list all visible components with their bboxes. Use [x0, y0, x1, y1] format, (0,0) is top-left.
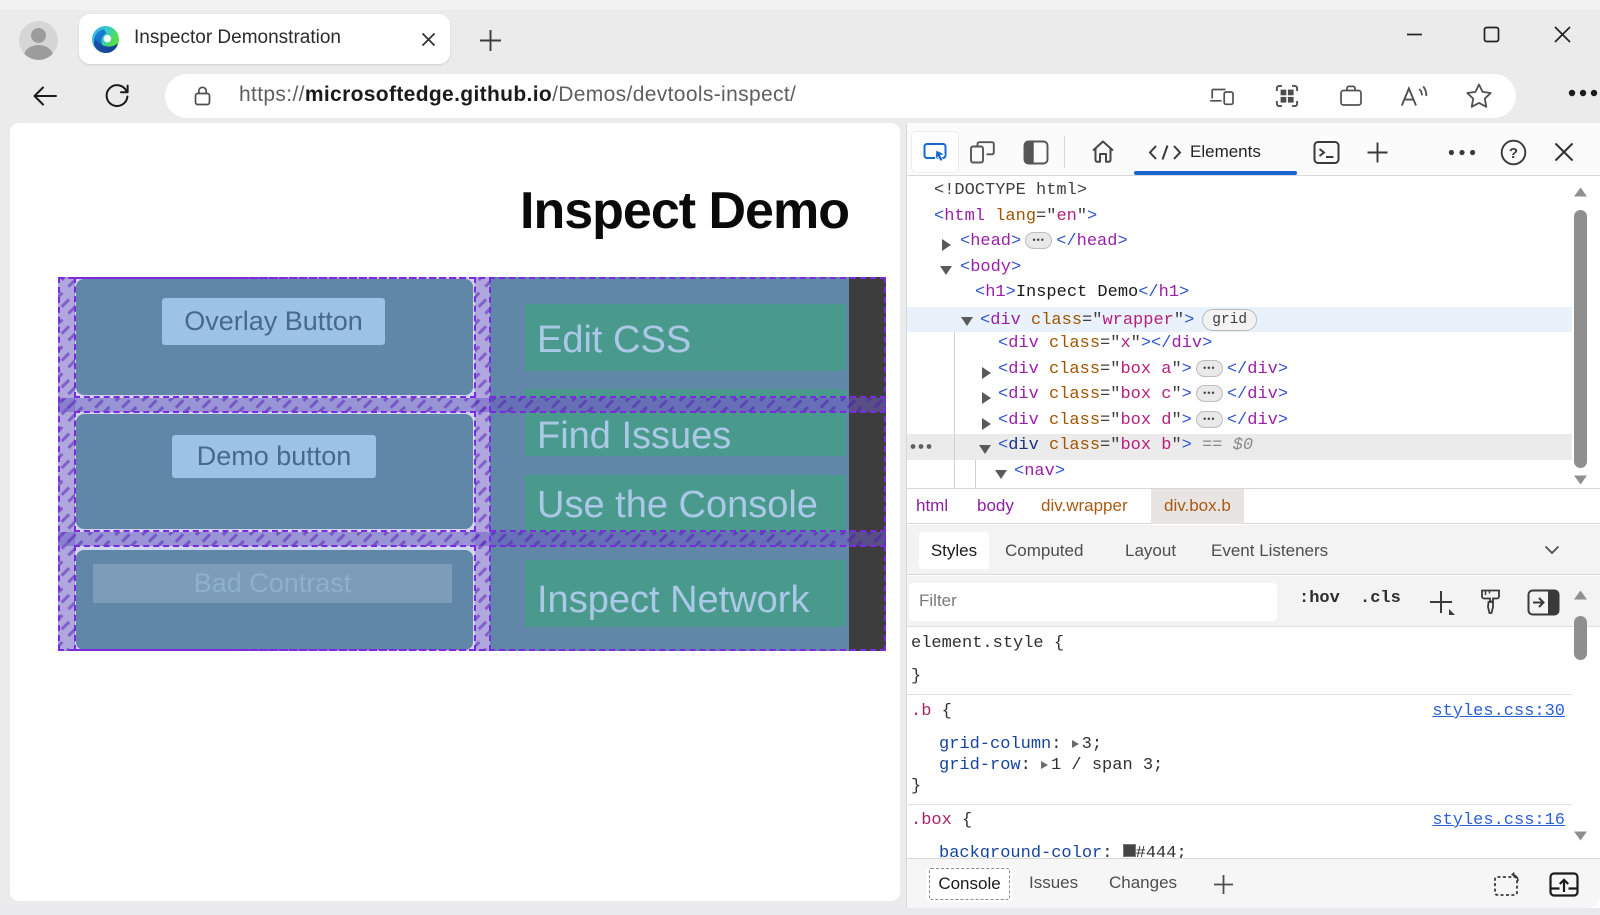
- svg-text:?: ?: [1509, 145, 1518, 162]
